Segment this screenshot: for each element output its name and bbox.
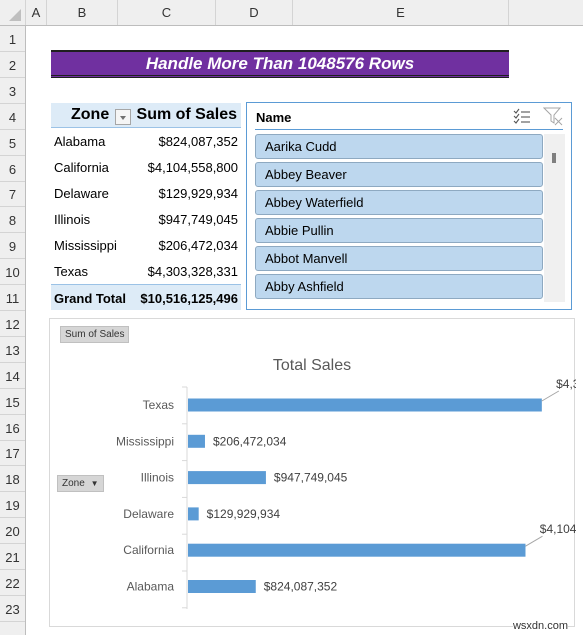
watermark: wsxdn.com [512, 620, 568, 632]
row-header-16[interactable]: 16 [0, 415, 25, 441]
bar-delaware[interactable] [188, 507, 199, 521]
row-header-20[interactable]: 20 [0, 518, 25, 545]
pivot-sales: $129,929,934 [158, 186, 238, 201]
page-title: Handle More Than 1048576 Rows [51, 50, 509, 78]
bar-california[interactable] [188, 543, 526, 557]
slicer-item[interactable]: Abby Ashfield [255, 274, 543, 299]
row-header-23[interactable]: 23 [0, 596, 25, 622]
slicer-item[interactable]: Abbie Pullin [255, 218, 543, 243]
category-label: Alabama [127, 580, 175, 594]
category-label: Mississippi [116, 434, 174, 448]
pivot-row: California $4,104,558,800 [51, 154, 241, 180]
bar-chart-plot: Texas $4,303,328,331 Mississippi $206,472,0… [116, 377, 576, 609]
row-header-12[interactable]: 12 [0, 311, 25, 337]
bar-texas[interactable] [188, 398, 542, 412]
leader-line [541, 390, 560, 402]
slicer-scrollbar[interactable] [544, 134, 565, 302]
row-header-22[interactable]: 22 [0, 570, 25, 596]
column-header-d[interactable]: D [216, 0, 293, 25]
row-header-10[interactable]: 10 [0, 259, 25, 286]
data-label: $206,472,034 [213, 434, 287, 448]
category-label: Illinois [141, 471, 174, 485]
row-header-19[interactable]: 19 [0, 492, 25, 519]
pivot-sales: $824,087,352 [158, 134, 238, 149]
data-label: $129,929,934 [207, 507, 281, 521]
name-slicer[interactable]: Name Aarika Cudd Abbey Beaver Abbey Wate… [246, 102, 572, 310]
pivot-sales: $206,472,034 [158, 238, 238, 253]
leader-line [525, 535, 543, 547]
slicer-item-list: Aarika Cudd Abbey Beaver Abbey Waterfiel… [255, 134, 543, 302]
bar-mississippi[interactable] [188, 434, 205, 448]
pivot-value-header: Sum of Sales [136, 106, 237, 123]
pivot-row: Mississippi $206,472,034 [51, 232, 241, 258]
pivot-zone: Illinois [54, 212, 91, 227]
row-header-13[interactable]: 13 [0, 337, 25, 363]
row-header-15[interactable]: 15 [0, 389, 25, 415]
column-header-e[interactable]: E [293, 0, 509, 25]
clear-filter-icon[interactable] [543, 106, 563, 126]
category-label: Delaware [123, 507, 174, 521]
pivot-row: Illinois $947,749,045 [51, 206, 241, 232]
row-header-5[interactable]: 5 [0, 130, 25, 156]
row-header-17[interactable]: 17 [0, 440, 25, 467]
pivot-zone: Texas [54, 264, 88, 279]
pivot-sales: $4,303,328,331 [147, 264, 238, 279]
row-header-2[interactable]: 2 [0, 52, 25, 78]
pivot-header-row: Zone Sum of Sales [51, 103, 241, 128]
row-header-18[interactable]: 18 [0, 466, 25, 493]
pivot-sales: $947,749,045 [158, 212, 238, 227]
data-label: $824,087,352 [264, 580, 338, 594]
pivot-zone: Mississippi [54, 238, 117, 253]
pivot-zone: California [54, 160, 109, 175]
pivot-row: Texas $4,303,328,331 [51, 258, 241, 284]
slicer-item[interactable]: Aarika Cudd [255, 134, 543, 159]
column-header-a[interactable]: A [26, 0, 47, 25]
slicer-item[interactable]: Abbot Manvell [255, 246, 543, 271]
column-header-c[interactable]: C [118, 0, 216, 25]
data-label: $4,104,558,800 [540, 522, 576, 536]
row-header-14[interactable]: 14 [0, 363, 25, 389]
bar-alabama[interactable] [188, 580, 256, 593]
bar-illinois[interactable] [188, 471, 266, 485]
column-header-b[interactable]: B [47, 0, 118, 25]
multi-select-icon[interactable] [513, 108, 531, 124]
row-header-7[interactable]: 7 [0, 181, 25, 208]
pivot-chart[interactable]: Sum of Sales Zone ▼ Total Sales Texas $4,… [49, 318, 576, 627]
slicer-title: Name [256, 110, 292, 125]
select-all-corner[interactable] [0, 0, 26, 25]
category-label: Texas [143, 398, 174, 412]
slicer-header: Name [255, 103, 563, 130]
zone-filter-dropdown[interactable] [115, 109, 131, 125]
pivot-row: Delaware $129,929,934 [51, 180, 241, 206]
pivot-row-header: Zone [71, 106, 110, 123]
pivot-row: Alabama $824,087,352 [51, 128, 241, 154]
row-header-3[interactable]: 3 [0, 78, 25, 104]
row-header-9[interactable]: 9 [0, 233, 25, 260]
column-header-bar: A B C D E [0, 0, 583, 26]
grand-total-value: $10,516,125,496 [140, 291, 238, 306]
row-header-bar: 1 2 3 4 5 6 7 8 9 10 11 12 13 14 15 16 17 18 19 20 21 22 23 [0, 26, 26, 635]
row-header-21[interactable]: 21 [0, 544, 25, 570]
data-label: $947,749,045 [274, 471, 348, 485]
row-header-1[interactable]: 1 [0, 26, 25, 52]
scrollbar-thumb[interactable] [552, 153, 556, 163]
row-header-6[interactable]: 6 [0, 156, 25, 182]
pivot-grand-total-row: Grand Total $10,516,125,496 [51, 284, 241, 310]
pivot-zone: Alabama [54, 134, 106, 149]
row-header-11[interactable]: 11 [0, 285, 25, 311]
pivot-table: Zone Sum of Sales Alabama $824,087,352 Ca… [51, 103, 241, 310]
pivot-zone: Delaware [54, 186, 109, 201]
row-header-4[interactable]: 4 [0, 104, 25, 130]
slicer-item[interactable]: Abbey Waterfield [255, 190, 543, 215]
slicer-item[interactable]: Abbey Beaver [255, 162, 543, 187]
row-header-8[interactable]: 8 [0, 207, 25, 234]
pivot-sales: $4,104,558,800 [147, 160, 238, 175]
grand-total-label: Grand Total [54, 291, 126, 306]
category-label: California [123, 543, 174, 557]
data-label: $4,303,328,331 [556, 377, 576, 391]
